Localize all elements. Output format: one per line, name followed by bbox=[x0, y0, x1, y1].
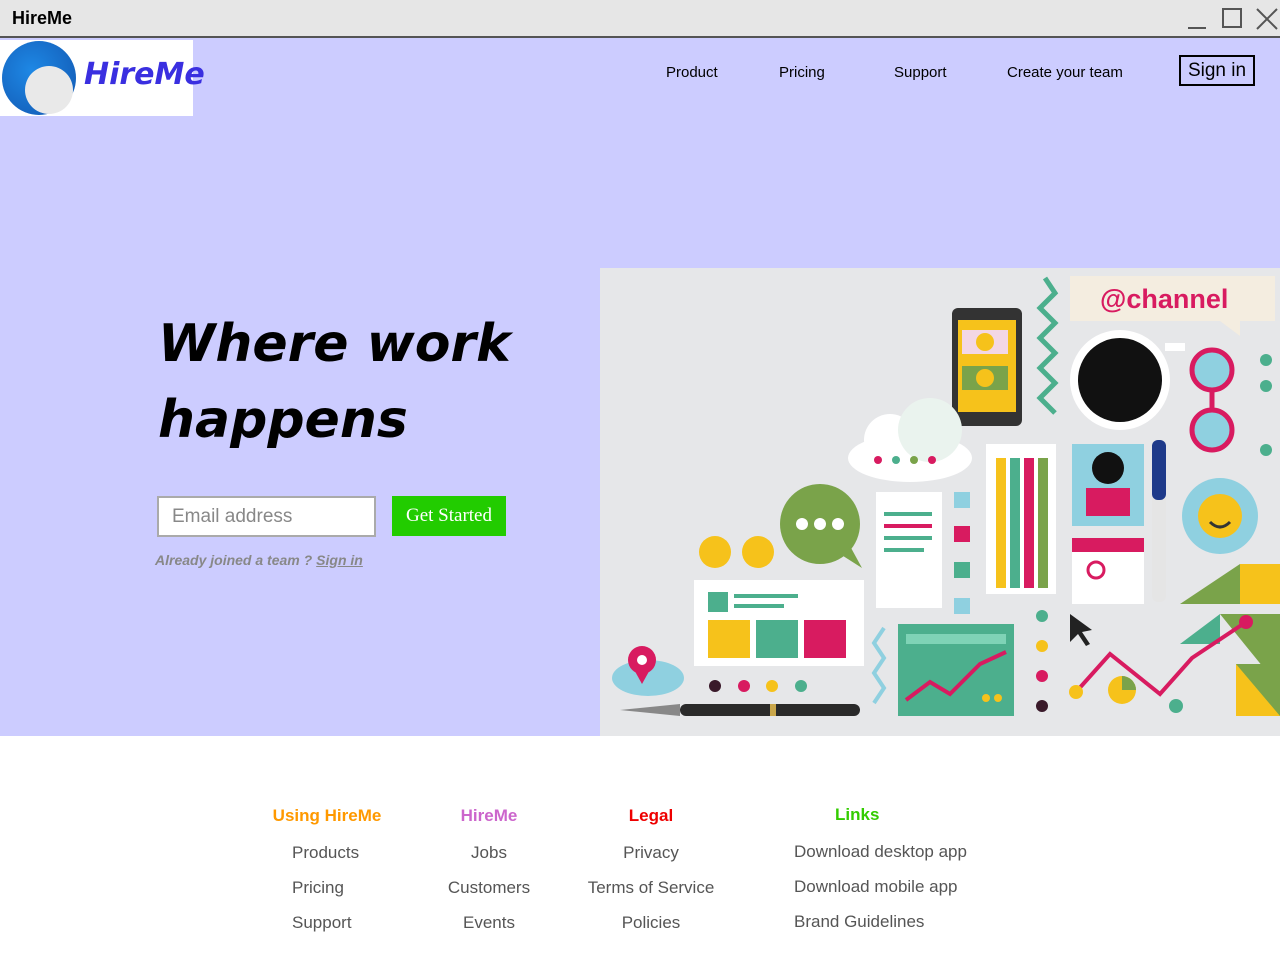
signin-button[interactable]: Sign in bbox=[1179, 55, 1255, 86]
maximize-icon[interactable] bbox=[1220, 6, 1246, 32]
headline-line-2: happens bbox=[158, 390, 408, 450]
calendar-icon bbox=[1072, 538, 1144, 604]
already-joined-text: Already joined a team ? bbox=[155, 552, 313, 568]
phone-icon bbox=[952, 308, 1022, 426]
footer-heading-legal: Legal bbox=[628, 806, 674, 825]
get-started-button[interactable]: Get Started bbox=[392, 496, 506, 536]
footer-link-brand-guidelines[interactable]: Brand Guidelines bbox=[794, 913, 984, 948]
window-titlebar: HireMe bbox=[0, 0, 1280, 38]
already-joined: Already joined a team ? Sign in bbox=[155, 552, 363, 568]
footer-link-desktop-app[interactable]: Download desktop app bbox=[794, 843, 984, 878]
nav-pricing[interactable]: Pricing bbox=[779, 64, 825, 81]
hero-section: HireMe Product Pricing Support Create yo… bbox=[0, 38, 1280, 736]
email-input[interactable] bbox=[157, 496, 376, 537]
footer-col-using-hireme: Using HireMe Products Pricing Support bbox=[272, 806, 382, 949]
smiley-bubble-icon bbox=[1182, 478, 1258, 554]
channel-tag: @channel bbox=[1100, 284, 1228, 314]
footer-link-events[interactable]: Events bbox=[439, 914, 539, 949]
logo-text: HireMe bbox=[84, 57, 205, 92]
nav-support[interactable]: Support bbox=[894, 64, 947, 81]
footer-col-links: Links Download desktop app Download mobi… bbox=[794, 805, 984, 948]
happy-emoji-icon bbox=[742, 536, 774, 568]
document-icon bbox=[876, 492, 942, 608]
footer-link-policies[interactable]: Policies bbox=[586, 914, 716, 949]
list-panel-icon bbox=[986, 444, 1056, 594]
email-card-icon bbox=[694, 580, 864, 666]
line-chart-icon bbox=[1069, 615, 1253, 713]
chat-bubble-icon bbox=[780, 484, 862, 568]
nav-create-team[interactable]: Create your team bbox=[1007, 64, 1123, 81]
footer-link-pricing[interactable]: Pricing bbox=[272, 879, 382, 914]
fountain-pen-icon bbox=[620, 704, 860, 716]
logo[interactable]: HireMe bbox=[0, 40, 205, 116]
footer-col-legal: Legal Privacy Terms of Service Policies bbox=[586, 806, 716, 949]
already-signin-link[interactable]: Sign in bbox=[316, 552, 363, 568]
footer-heading-using-hireme: Using HireMe bbox=[272, 806, 382, 825]
map-pin-icon bbox=[612, 646, 684, 696]
neutral-emoji-icon bbox=[699, 536, 731, 568]
footer-heading-hireme: HireMe bbox=[460, 806, 518, 825]
minimize-icon[interactable] bbox=[1185, 6, 1211, 32]
cloud-icon bbox=[848, 398, 972, 482]
close-icon[interactable] bbox=[1254, 6, 1280, 32]
channel-note: @channel bbox=[1070, 276, 1275, 336]
cursor-icon bbox=[1070, 614, 1092, 646]
person-card-icon bbox=[1072, 444, 1144, 526]
glasses-icon bbox=[1189, 347, 1272, 456]
nav-product[interactable]: Product bbox=[666, 64, 718, 81]
footer-link-jobs[interactable]: Jobs bbox=[439, 844, 539, 879]
footer-col-hireme: HireMe Jobs Customers Events bbox=[439, 806, 539, 949]
hero-headline: Where work happens bbox=[158, 306, 558, 458]
footer-link-products[interactable]: Products bbox=[272, 844, 382, 879]
footer-link-support[interactable]: Support bbox=[272, 914, 382, 949]
hero-illustration: @channel bbox=[600, 268, 1280, 736]
footer-heading-links: Links bbox=[835, 805, 880, 824]
headline-line-1: Where work bbox=[158, 314, 511, 374]
logo-ring-hole bbox=[25, 66, 73, 114]
footer-link-terms[interactable]: Terms of Service bbox=[586, 879, 716, 914]
footer-link-customers[interactable]: Customers bbox=[439, 879, 539, 914]
footer-link-mobile-app[interactable]: Download mobile app bbox=[794, 878, 984, 913]
window-title: HireMe bbox=[12, 8, 73, 28]
footer-link-privacy[interactable]: Privacy bbox=[586, 844, 716, 879]
chart-panel-icon bbox=[898, 624, 1014, 716]
coffee-icon bbox=[1070, 330, 1185, 430]
illustration-graphic: @channel bbox=[612, 276, 1280, 716]
